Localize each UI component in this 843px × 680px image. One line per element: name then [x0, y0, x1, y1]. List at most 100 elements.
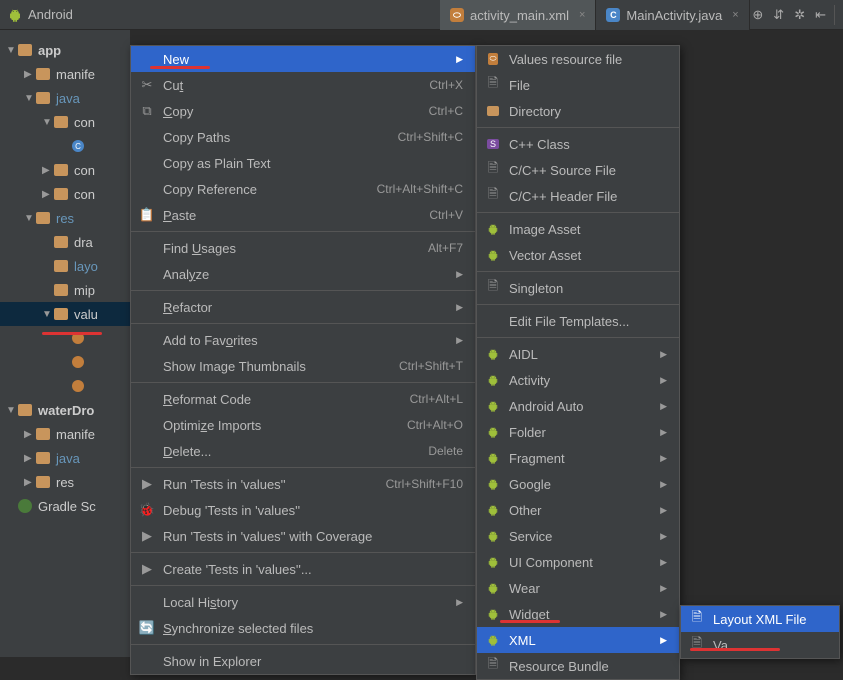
new-submenu-item[interactable]: Google▶: [477, 471, 679, 497]
folder-icon: [54, 188, 68, 200]
tree-row[interactable]: ▶ con: [0, 158, 130, 182]
expand-chevron-icon[interactable]: ▼: [6, 45, 16, 56]
menu-shortcut: Delete: [428, 444, 463, 458]
new-submenu-item[interactable]: Image Asset: [477, 216, 679, 242]
new-submenu-item[interactable]: 🗎C/C++ Source File: [477, 157, 679, 183]
expand-chevron-icon[interactable]: ▼: [24, 213, 34, 224]
context-menu-item[interactable]: ▶Create 'Tests in 'values''...: [131, 556, 475, 582]
context-menu-item[interactable]: ▶Run 'Tests in 'values''Ctrl+Shift+F10: [131, 471, 475, 497]
context-menu-item[interactable]: Show Image ThumbnailsCtrl+Shift+T: [131, 353, 475, 379]
context-menu-item[interactable]: ▶Run 'Tests in 'values'' with Coverage: [131, 523, 475, 549]
new-submenu-item[interactable]: Edit File Templates...: [477, 308, 679, 334]
android-icon: [485, 529, 501, 543]
context-menu-item[interactable]: Find UsagesAlt+F7: [131, 235, 475, 261]
menu-label: Add to Favorites: [163, 333, 448, 348]
context-menu-item[interactable]: 🐞Debug 'Tests in 'values'': [131, 497, 475, 523]
tree-row[interactable]: ▼app: [0, 38, 130, 62]
context-menu-item[interactable]: Copy PathsCtrl+Shift+C: [131, 124, 475, 150]
expand-chevron-icon[interactable]: ▼: [42, 309, 52, 320]
hide-icon[interactable]: ⇤: [815, 7, 826, 23]
expand-chevron-icon[interactable]: ▼: [42, 117, 52, 128]
new-submenu-item[interactable]: Android Auto▶: [477, 393, 679, 419]
close-icon[interactable]: ×: [579, 9, 585, 21]
new-submenu-item[interactable]: Other▶: [477, 497, 679, 523]
tree-row[interactable]: C: [0, 134, 130, 158]
tab-main-activity[interactable]: C MainActivity.java ×: [596, 0, 749, 30]
menu-label: C/C++ Source File: [509, 163, 667, 178]
menu-label: Other: [509, 503, 652, 518]
context-menu-item[interactable]: 🔄Synchronize selected files: [131, 615, 475, 641]
context-menu-item[interactable]: Optimize ImportsCtrl+Alt+O: [131, 412, 475, 438]
tree-row[interactable]: Gradle Sc: [0, 494, 130, 518]
expand-chevron-icon[interactable]: ▶: [24, 477, 34, 488]
tree-label: con: [74, 163, 95, 178]
project-view-mode[interactable]: Android: [28, 7, 73, 22]
tree-row[interactable]: [0, 374, 130, 398]
new-submenu-item[interactable]: Fragment▶: [477, 445, 679, 471]
expand-chevron-icon[interactable]: ▶: [24, 429, 34, 440]
expand-chevron-icon[interactable]: ▶: [42, 165, 52, 176]
tab-activity-main[interactable]: ⬭ activity_main.xml ×: [440, 0, 596, 30]
new-submenu-item[interactable]: Folder▶: [477, 419, 679, 445]
tree-row[interactable]: ▼java: [0, 86, 130, 110]
context-menu-item[interactable]: Copy ReferenceCtrl+Alt+Shift+C: [131, 176, 475, 202]
tree-row[interactable]: layo: [0, 254, 130, 278]
context-menu-item[interactable]: Refactor▶: [131, 294, 475, 320]
expand-chevron-icon[interactable]: ▶: [42, 189, 52, 200]
context-menu-item[interactable]: Show in Explorer: [131, 648, 475, 674]
new-submenu-item[interactable]: Activity▶: [477, 367, 679, 393]
menu-label: Copy Paths: [163, 130, 390, 145]
context-menu-item[interactable]: Copy as Plain Text: [131, 150, 475, 176]
tree-row[interactable]: [0, 326, 130, 350]
context-menu-item[interactable]: ✂CutCtrl+X: [131, 72, 475, 98]
new-submenu-item[interactable]: UI Component▶: [477, 549, 679, 575]
new-submenu-item[interactable]: XML▶: [477, 627, 679, 653]
tree-row[interactable]: ▶manife: [0, 422, 130, 446]
menu-item-values-xml[interactable]: 🗎 Va: [681, 632, 839, 658]
new-submenu-item[interactable]: SC++ Class: [477, 131, 679, 157]
new-submenu-item[interactable]: 🗎C/C++ Header File: [477, 183, 679, 209]
menu-label: Reformat Code: [163, 392, 402, 407]
menu-shortcut: Ctrl+V: [429, 208, 463, 222]
close-icon[interactable]: ×: [732, 9, 738, 21]
expand-chevron-icon[interactable]: ▼: [24, 93, 34, 104]
tree-row[interactable]: dra: [0, 230, 130, 254]
tree-row[interactable]: ▼valu: [0, 302, 130, 326]
tree-row[interactable]: ▼con: [0, 110, 130, 134]
project-tree[interactable]: ▼app▶manife▼java▼conC▶con▶con▼resdralayo…: [0, 30, 130, 657]
new-submenu-item[interactable]: 🗎File: [477, 72, 679, 98]
new-submenu-item[interactable]: 🗎Singleton: [477, 275, 679, 301]
tree-row[interactable]: ▼waterDro: [0, 398, 130, 422]
context-menu-item[interactable]: New▶: [131, 46, 475, 72]
tree-row[interactable]: [0, 350, 130, 374]
tree-row[interactable]: ▶res: [0, 470, 130, 494]
menu-shortcut: Ctrl+X: [429, 78, 463, 92]
new-submenu-item[interactable]: Wear▶: [477, 575, 679, 601]
tree-row[interactable]: ▼res: [0, 206, 130, 230]
menu-item-layout-xml[interactable]: 🗎 Layout XML File: [681, 606, 839, 632]
expand-chevron-icon[interactable]: ▼: [6, 405, 16, 416]
target-icon[interactable]: ⊕: [752, 7, 763, 23]
context-menu-item[interactable]: 📋PasteCtrl+V: [131, 202, 475, 228]
tree-row[interactable]: ▶manife: [0, 62, 130, 86]
new-submenu-item[interactable]: Vector Asset: [477, 242, 679, 268]
collapse-icon[interactable]: ⇵: [773, 7, 784, 23]
new-submenu-item[interactable]: Service▶: [477, 523, 679, 549]
context-menu-item[interactable]: ⧉CopyCtrl+C: [131, 98, 475, 124]
new-submenu-item[interactable]: Directory: [477, 98, 679, 124]
new-submenu-item[interactable]: ⬭Values resource file: [477, 46, 679, 72]
context-menu-item[interactable]: Delete...Delete: [131, 438, 475, 464]
new-submenu-item[interactable]: Widget▶: [477, 601, 679, 627]
new-submenu-item[interactable]: AIDL▶: [477, 341, 679, 367]
tree-row[interactable]: ▶java: [0, 446, 130, 470]
tree-row[interactable]: mip: [0, 278, 130, 302]
java-file-icon: C: [606, 8, 620, 22]
context-menu-item[interactable]: Reformat CodeCtrl+Alt+L: [131, 386, 475, 412]
tree-row[interactable]: ▶con: [0, 182, 130, 206]
gear-icon[interactable]: ✲: [794, 7, 805, 23]
context-menu-item[interactable]: Analyze▶: [131, 261, 475, 287]
context-menu-item[interactable]: Add to Favorites▶: [131, 327, 475, 353]
expand-chevron-icon[interactable]: ▶: [24, 453, 34, 464]
expand-chevron-icon[interactable]: ▶: [24, 69, 34, 80]
context-menu-item[interactable]: Local History▶: [131, 589, 475, 615]
